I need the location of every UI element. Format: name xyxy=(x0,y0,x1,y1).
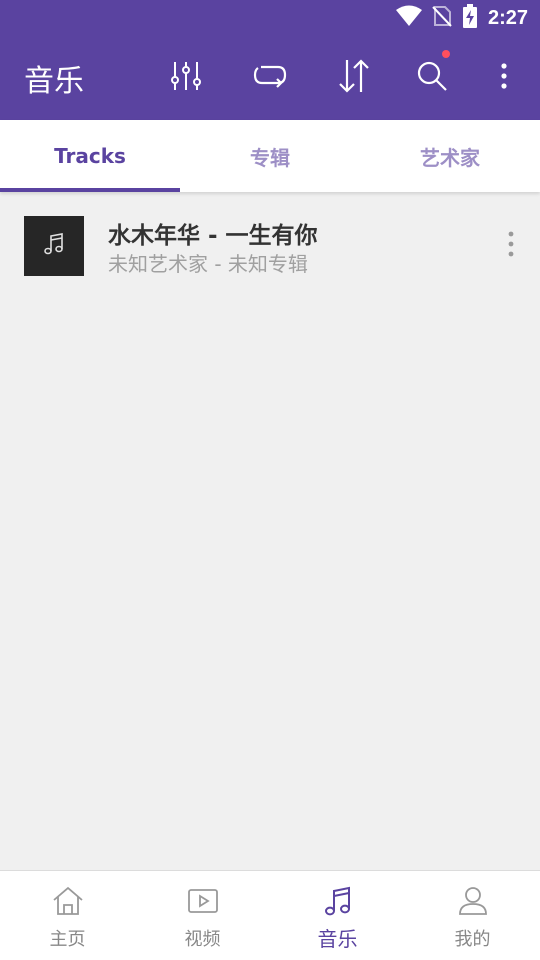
tab-artists[interactable]: 艺术家 xyxy=(360,120,540,192)
status-time: 2:27 xyxy=(487,6,528,29)
sort-button[interactable] xyxy=(332,56,376,100)
nav-label: 视频 xyxy=(184,929,221,950)
equalizer-icon xyxy=(169,60,203,96)
home-icon xyxy=(52,885,84,917)
nav-label: 我的 xyxy=(454,929,491,950)
music-note-icon xyxy=(322,885,354,917)
more-vert-icon xyxy=(508,231,514,261)
equalizer-button[interactable] xyxy=(164,56,208,100)
app-bar: 音乐 xyxy=(0,36,540,120)
album-art xyxy=(24,216,84,276)
status-icons: 2:27 xyxy=(395,4,528,32)
search-icon xyxy=(416,60,448,96)
notification-dot xyxy=(442,50,450,58)
tab-albums[interactable]: 专辑 xyxy=(180,120,360,192)
battery-charging-icon xyxy=(462,4,478,32)
track-list: 水木年华 - 一生有你 未知艺术家 - 未知专辑 xyxy=(0,192,540,870)
nav-label: 音乐 xyxy=(317,927,358,951)
track-more-button[interactable] xyxy=(496,224,526,268)
list-item[interactable]: 水木年华 - 一生有你 未知艺术家 - 未知专辑 xyxy=(0,204,540,288)
nav-home[interactable]: 主页 xyxy=(0,871,135,960)
tab-tracks[interactable]: Tracks xyxy=(0,120,180,192)
music-note-icon xyxy=(43,232,65,260)
nav-music[interactable]: 音乐 xyxy=(270,871,405,960)
tab-indicator xyxy=(0,188,180,192)
nav-profile[interactable]: 我的 xyxy=(405,871,540,960)
status-bar: 2:27 xyxy=(0,0,540,36)
repeat-button[interactable] xyxy=(248,56,292,100)
track-subtitle: 未知艺术家 - 未知专辑 xyxy=(108,252,308,276)
app-title: 音乐 xyxy=(24,64,84,99)
nav-video[interactable]: 视频 xyxy=(135,871,270,960)
track-title: 水木年华 - 一生有你 xyxy=(108,223,318,249)
tab-bar: Tracks 专辑 艺术家 xyxy=(0,120,540,192)
more-options-button[interactable] xyxy=(482,56,526,100)
nav-label: 主页 xyxy=(49,929,86,950)
bottom-nav: 主页 视频 音乐 我的 xyxy=(0,870,540,960)
profile-icon xyxy=(457,885,489,917)
repeat-icon xyxy=(252,62,288,94)
video-icon xyxy=(187,885,219,917)
sort-icon xyxy=(337,58,371,98)
search-button[interactable] xyxy=(410,50,454,100)
more-vert-icon xyxy=(500,62,508,94)
no-sim-icon xyxy=(432,5,452,31)
wifi-icon xyxy=(395,5,422,31)
